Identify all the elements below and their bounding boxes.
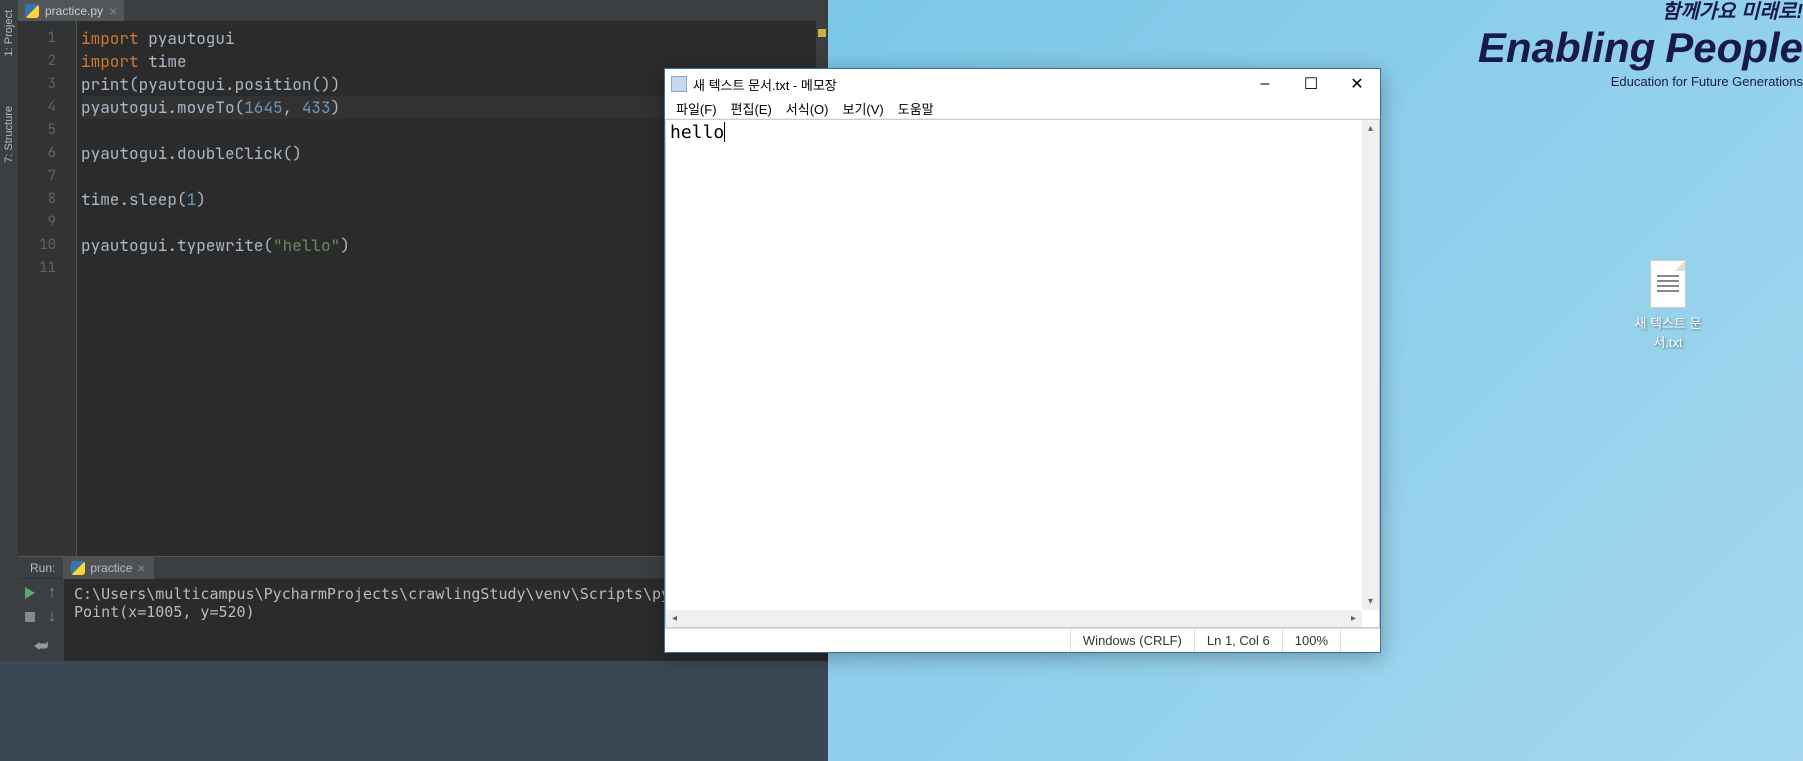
desktop-file-icon[interactable]: 새 텍스트 문서.txt xyxy=(1633,260,1703,351)
up-button[interactable]: ↑ xyxy=(44,585,60,601)
stop-button[interactable] xyxy=(22,609,38,625)
menu-edit[interactable]: 편집(E) xyxy=(724,97,779,120)
maximize-button[interactable]: ☐ xyxy=(1288,69,1334,99)
notepad-title: 새 텍스트 문서.txt - 메모장 xyxy=(693,75,1242,94)
notepad-icon xyxy=(671,76,687,92)
scroll-right-icon[interactable]: ▸ xyxy=(1345,610,1362,627)
sidebar-tab-structure[interactable]: 7: Structure xyxy=(1,101,17,168)
run-controls: ↑ ↓ ⮨ xyxy=(18,579,64,661)
notepad-textarea[interactable]: hello xyxy=(666,120,1362,610)
scrollbar-horizontal[interactable]: ◂ ▸ xyxy=(666,610,1362,627)
notepad-content-wrap: hello ▴ ▾ ◂ ▸ xyxy=(665,119,1380,628)
menu-file[interactable]: 파일(F) xyxy=(669,97,724,120)
ide-sidebar: 1: Project 7: Structure xyxy=(0,0,18,661)
close-icon[interactable]: × xyxy=(109,3,117,19)
run-label: Run: xyxy=(22,561,63,575)
status-spacer xyxy=(1340,629,1380,652)
slogan-subtext: Education for Future Generations xyxy=(1478,74,1803,89)
slogan-en: Enabling People xyxy=(1478,24,1803,72)
status-zoom: 100% xyxy=(1282,629,1340,652)
minimize-button[interactable]: – xyxy=(1242,69,1288,99)
scroll-left-icon[interactable]: ◂ xyxy=(666,610,683,627)
editor-tabbar: practice.py × xyxy=(18,0,828,21)
tab-label: practice.py xyxy=(45,4,103,18)
down-button[interactable]: ↓ xyxy=(44,609,60,625)
menu-format[interactable]: 서식(O) xyxy=(779,97,836,120)
close-icon[interactable]: × xyxy=(137,560,145,576)
python-icon xyxy=(25,4,39,18)
sidebar-tab-project[interactable]: 1: Project xyxy=(1,5,17,61)
run-button[interactable] xyxy=(22,585,38,601)
scroll-down-icon[interactable]: ▾ xyxy=(1362,593,1379,610)
slogan-kr: 함께가요 미래로! xyxy=(1478,0,1803,24)
text-file-icon xyxy=(1650,260,1686,308)
warning-marker xyxy=(818,29,826,37)
wrap-icon[interactable]: ⮨ xyxy=(34,638,49,656)
desktop-file-label: 새 텍스트 문서.txt xyxy=(1633,313,1703,351)
notepad-statusbar: Windows (CRLF) Ln 1, Col 6 100% xyxy=(665,628,1380,652)
notepad-window: 새 텍스트 문서.txt - 메모장 – ☐ ✕ 파일(F) 편집(E) 서식(… xyxy=(664,68,1381,653)
notepad-titlebar[interactable]: 새 텍스트 문서.txt - 메모장 – ☐ ✕ xyxy=(665,69,1380,99)
desktop-branding: 함께가요 미래로! Enabling People Education for … xyxy=(1478,0,1803,89)
editor-tab-practice[interactable]: practice.py × xyxy=(18,0,124,21)
menu-help[interactable]: 도움말 xyxy=(891,97,941,120)
line-gutter: 1 2 3 4 5 6 7 8 9 10 11 xyxy=(18,21,76,556)
run-tab[interactable]: practice × xyxy=(63,557,153,579)
status-crlf: Windows (CRLF) xyxy=(1070,629,1194,652)
close-button[interactable]: ✕ xyxy=(1334,69,1380,99)
scroll-up-icon[interactable]: ▴ xyxy=(1362,120,1379,137)
menu-view[interactable]: 보기(V) xyxy=(835,97,890,120)
python-icon xyxy=(71,561,85,575)
status-position: Ln 1, Col 6 xyxy=(1194,629,1282,652)
code-line-1: import pyautogui xyxy=(81,27,812,50)
text-cursor xyxy=(724,122,725,142)
scrollbar-vertical[interactable]: ▴ ▾ xyxy=(1362,120,1379,610)
notepad-menubar: 파일(F) 편집(E) 서식(O) 보기(V) 도움말 xyxy=(665,99,1380,119)
